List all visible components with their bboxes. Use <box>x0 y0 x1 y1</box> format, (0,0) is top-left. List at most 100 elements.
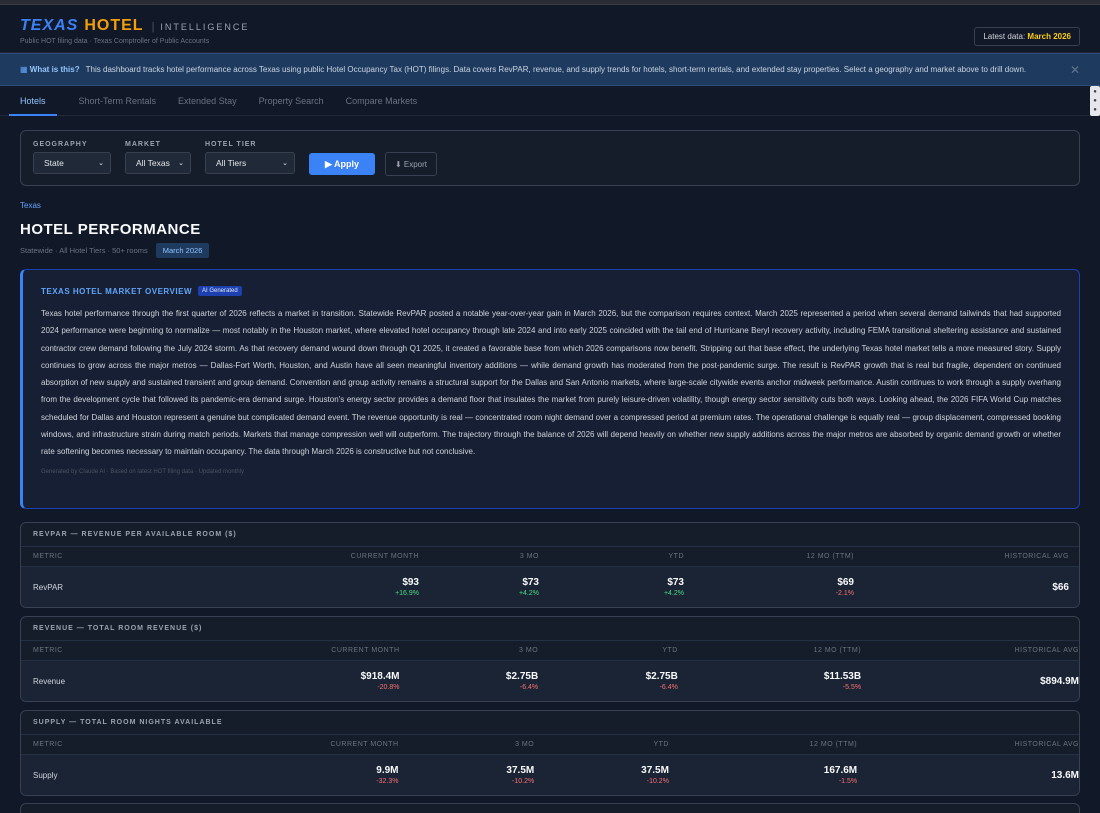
page-subtitle: Statewide · All Hotel Tiers · 50+ rooms <box>20 246 148 255</box>
apply-button[interactable]: ▶ Apply <box>309 153 375 175</box>
table-row: Revenue $918.4M -20.8% $2.75B -6.4% $2.7… <box>21 661 1079 701</box>
metric-change: -2.1% <box>835 590 854 597</box>
table-row: RevPAR $93 +16.9% $73 +4.2% $73 +4.2% $6… <box>21 567 1079 607</box>
filter-panel: GEOGRAPHY State ⌄ MARKET All Texas ⌄ HOT… <box>20 130 1080 186</box>
market-overview-card: TEXAS HOTEL MARKET OVERVIEW AI Generated… <box>20 269 1080 509</box>
info-banner: ▦ What is this? This dashboard tracks ho… <box>0 53 1100 86</box>
page-title: HOTEL PERFORMANCE <box>20 221 201 238</box>
metric-value: 37.5M <box>506 765 535 776</box>
metric-cell: $69 -2.1% <box>684 577 854 597</box>
row-label: Revenue <box>33 676 66 686</box>
overview-title: TEXAS HOTEL MARKET OVERVIEW <box>41 286 192 296</box>
header-cell: METRIC <box>33 553 63 560</box>
banner-content: ▦ What is this? This dashboard tracks ho… <box>20 65 1026 74</box>
export-button[interactable]: ⬇ Export <box>385 152 437 176</box>
overview-header: TEXAS HOTEL MARKET OVERVIEW AI Generated <box>41 286 1061 296</box>
info-icon: ▦ <box>20 65 28 74</box>
header-cell: 12 MO (TTM) <box>809 741 858 748</box>
metric-cell: $93 +16.9% <box>101 577 419 597</box>
banner-title: What is this? <box>29 65 80 74</box>
header-cell: METRIC <box>33 647 63 654</box>
metric-value: $93 <box>402 577 419 588</box>
metric-cell: $2.75B -6.4% <box>538 671 678 691</box>
metric-value: 13.6M <box>1051 769 1080 781</box>
metric-change: +16.9% <box>395 590 419 597</box>
metric-change: -32.3% <box>376 778 399 785</box>
supply-card: SUPPLY — TOTAL ROOM NIGHTS AVAILABLE MET… <box>20 710 1080 796</box>
market-label: MARKET <box>125 141 161 148</box>
brand-block: TEXAS HOTEL | INTELLIGENCE Public HOT fi… <box>20 17 249 45</box>
dot-icon: ● <box>1093 106 1097 113</box>
metric-value: $2.75B <box>645 671 678 682</box>
tier-value: All Tiers <box>216 158 247 168</box>
latest-data-value: March 2026 <box>1027 32 1071 41</box>
metric-change: -6.4% <box>659 684 678 691</box>
header-cell: CURRENT MONTH <box>330 741 399 748</box>
tab-compare-markets[interactable]: Compare Markets <box>346 86 418 116</box>
metric-change: +4.2% <box>518 590 539 597</box>
market-value: All Texas <box>136 158 170 168</box>
tab-property-search[interactable]: Property Search <box>259 86 324 116</box>
ai-generated-badge: AI Generated <box>198 286 242 296</box>
metric-cell: 13.6M <box>857 770 1079 781</box>
header-cell: YTD <box>662 647 678 654</box>
market-select[interactable]: All Texas ⌄ <box>125 152 191 174</box>
close-icon[interactable]: ✕ <box>1070 63 1080 77</box>
chevron-down-icon: ⌄ <box>98 160 104 167</box>
metric-value: $2.75B <box>505 671 539 682</box>
header-cell: 3 MO <box>519 647 539 654</box>
metric-cell: 9.9M -32.3% <box>100 765 398 785</box>
metric-change: -1.5% <box>838 778 858 785</box>
header-cell: 3 MO <box>519 553 539 560</box>
metric-cell: 37.5M -10.2% <box>534 765 669 785</box>
metric-cell: $73 +4.2% <box>419 577 539 597</box>
metric-value: 167.6M <box>823 765 858 776</box>
brand-intelligence: INTELLIGENCE <box>160 22 250 32</box>
geography-select[interactable]: State ⌄ <box>33 152 111 174</box>
metric-cell: 37.5M -10.2% <box>399 765 535 785</box>
header-cell: HISTORICAL AVG <box>1014 647 1080 654</box>
brand-logo[interactable]: TEXAS HOTEL | INTELLIGENCE <box>20 17 249 35</box>
tab-hotels[interactable]: Hotels <box>9 86 57 116</box>
metric-cell: $2.75B -6.4% <box>400 671 539 691</box>
row-label: Supply <box>33 770 58 780</box>
revpar-card: REVPAR — REVENUE PER AVAILABLE ROOM ($) … <box>20 522 1080 608</box>
metric-change: -20.8% <box>377 684 400 691</box>
brand-separator: | <box>151 21 155 33</box>
revenue-card: REVENUE — TOTAL ROOM REVENUE ($) METRIC … <box>20 616 1080 702</box>
metric-cell: $11.53B -5.5% <box>678 671 861 691</box>
card-header-row: METRIC CURRENT MONTH 3 MO YTD 12 MO (TTM… <box>21 735 1079 755</box>
metric-change: -10.2% <box>646 778 669 785</box>
chevron-down-icon: ⌄ <box>282 160 288 167</box>
latest-data-badge: Latest data: March 2026 <box>974 27 1080 46</box>
header-cell: CURRENT MONTH <box>350 553 419 560</box>
scroll-control[interactable]: ● ● ● <box>1090 86 1100 116</box>
brand-subtitle: Public HOT filing data · Texas Comptroll… <box>20 38 210 45</box>
tab-extended-stay[interactable]: Extended Stay <box>178 86 237 116</box>
tab-short-term-rentals[interactable]: Short-Term Rentals <box>79 86 157 116</box>
card-title: SUPPLY — TOTAL ROOM NIGHTS AVAILABLE <box>21 711 1079 735</box>
metric-value: $66 <box>1052 581 1069 593</box>
table-row: Supply 9.9M -32.3% 37.5M -10.2% 37.5M -1… <box>21 755 1079 795</box>
latest-data-label: Latest data: <box>983 32 1026 41</box>
metric-value: $11.53B <box>823 671 862 682</box>
metric-value: 9.9M <box>376 765 399 776</box>
card-header-row: METRIC CURRENT MONTH 3 MO YTD 12 MO (TTM… <box>21 547 1079 567</box>
header-cell: CURRENT MONTH <box>331 647 400 654</box>
geography-filter: GEOGRAPHY State ⌄ <box>33 141 111 174</box>
tier-select[interactable]: All Tiers ⌄ <box>205 152 295 174</box>
card-title: REVPAR — REVENUE PER AVAILABLE ROOM ($) <box>21 523 1079 547</box>
header-cell: 12 MO (TTM) <box>806 553 854 560</box>
period-badge: March 2026 <box>155 243 210 258</box>
header-cell: HISTORICAL AVG <box>1004 553 1069 560</box>
overview-footer: Generated by Claude AI · Based on latest… <box>41 468 245 475</box>
header-cell: 3 MO <box>515 741 535 748</box>
metric-change: -10.2% <box>512 778 535 785</box>
metric-change: -6.4% <box>519 684 539 691</box>
breadcrumb[interactable]: Texas <box>20 201 41 210</box>
tab-bar: Hotels Short-Term Rentals Extended Stay … <box>0 86 1100 116</box>
metric-cell: $66 <box>854 582 1069 593</box>
dot-icon: ● <box>1093 97 1097 104</box>
card-title: REVENUE — TOTAL ROOM REVENUE ($) <box>21 617 1079 641</box>
dot-icon: ● <box>1093 89 1097 96</box>
